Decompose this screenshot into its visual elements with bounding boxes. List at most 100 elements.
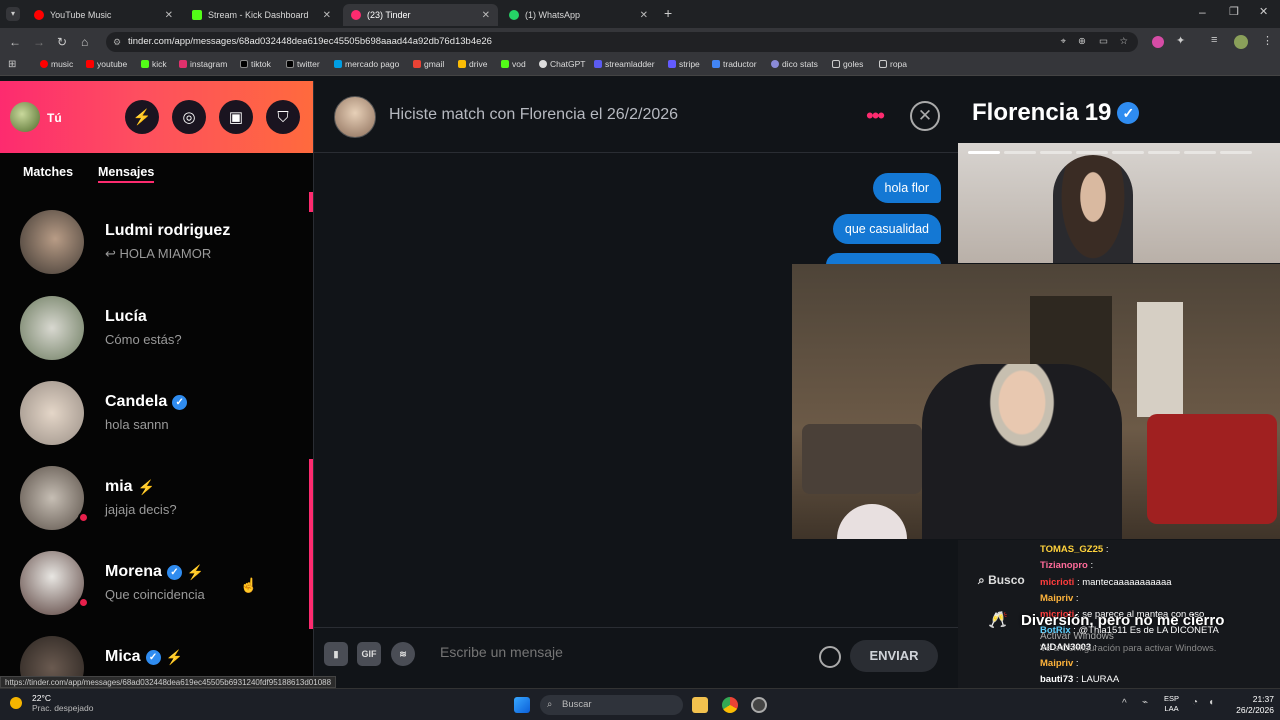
search-icon: ⌕ xyxy=(547,699,553,710)
explore-button[interactable]: ◎ xyxy=(172,100,206,134)
conversation-item[interactable]: Lucía Cómo estás? xyxy=(0,296,300,376)
mercado-pago-icon xyxy=(334,60,342,68)
portfolio-button[interactable]: ▣ xyxy=(219,100,253,134)
tab-matches[interactable]: Matches xyxy=(23,165,73,179)
chat-line: micrioti : mantecaaaaaaaaaaa xyxy=(1040,576,1172,588)
close-tab-icon[interactable]: ✕ xyxy=(323,10,331,21)
chrome-icon[interactable] xyxy=(722,697,738,713)
safety-button[interactable]: ⛉ xyxy=(266,100,300,134)
sidebar-tabs: Matches Mensajes xyxy=(0,153,313,201)
windows-start-icon[interactable] xyxy=(514,697,530,713)
bookmark-stripe[interactable]: stripe xyxy=(668,59,700,69)
reading-list-icon[interactable]: ≡ xyxy=(1211,34,1217,46)
tab-kick-dashboard[interactable]: Stream - Kick Dashboard ✕ xyxy=(184,4,339,26)
close-tab-icon[interactable]: ✕ xyxy=(482,10,490,21)
profile-name: Florencia 19 ✓ xyxy=(972,99,1140,127)
conversation-item[interactable]: mia ⚡ jajaja decis? xyxy=(0,466,300,546)
photo-progress-bar xyxy=(1148,151,1180,154)
tab-messages[interactable]: Mensajes xyxy=(98,165,155,183)
apps-icon[interactable]: ⊞ xyxy=(8,59,16,70)
bookmark-vod[interactable]: vod xyxy=(501,59,526,69)
music-icon xyxy=(40,60,48,68)
emoji-icon[interactable] xyxy=(819,646,841,668)
close-tab-icon[interactable]: ✕ xyxy=(640,10,648,21)
restore-button[interactable]: ❐ xyxy=(1229,5,1239,18)
profile-photo[interactable] xyxy=(958,143,1280,263)
chat-line: Tizianopro : xyxy=(1040,560,1094,572)
close-chat-button[interactable]: ✕ xyxy=(910,101,940,131)
language-indicator[interactable]: ESP LAA xyxy=(1164,694,1179,714)
gmail-icon xyxy=(413,60,421,68)
tab-tinder[interactable]: (23) Tinder ✕ xyxy=(343,4,498,26)
match-info-text: Hiciste match con Florencia el 26/2/2026 xyxy=(389,106,679,123)
forward-icon[interactable]: → xyxy=(33,35,45,49)
conversation-item[interactable]: Mica ✓ ⚡ xyxy=(0,636,300,679)
conversation-item[interactable]: Morena ✓ ⚡ Que coincidencia ☝ xyxy=(0,551,300,631)
zoom-icon[interactable]: ⊕ xyxy=(1078,32,1086,52)
extension-icon[interactable] xyxy=(1152,36,1164,48)
reload-icon[interactable]: ↻ xyxy=(57,35,67,49)
profile-avatar[interactable] xyxy=(1234,35,1248,49)
bookmark-streamladder[interactable]: streamladder xyxy=(594,59,655,69)
wifi-icon[interactable]: ◔ xyxy=(1192,697,1198,708)
bookmark-mercado-pago[interactable]: mercado pago xyxy=(334,59,399,69)
bookmark-instagram[interactable]: instagram xyxy=(179,59,227,69)
youtube-music-icon xyxy=(34,10,44,20)
bookmark-music[interactable]: music xyxy=(40,59,73,69)
location-icon[interactable]: ⌖ xyxy=(1061,32,1066,52)
message-input[interactable] xyxy=(440,644,790,660)
vod-icon xyxy=(501,60,509,68)
weather-widget[interactable]: 22°C Prac. despejado xyxy=(10,693,93,713)
user-name[interactable]: Tú xyxy=(47,111,62,125)
clock[interactable]: 21:37 26/2/2026 xyxy=(1226,694,1274,716)
search-icon: ⌕ xyxy=(978,573,989,587)
install-icon[interactable]: ▭ xyxy=(1099,32,1108,52)
sticker-icon[interactable]: ▮ xyxy=(324,642,348,666)
bookmark-twitter[interactable]: twitter xyxy=(286,59,320,69)
bookmark-traductor[interactable]: traductor xyxy=(712,59,757,69)
site-info-icon[interactable]: ⚙ xyxy=(113,32,121,52)
tab-youtube-music[interactable]: YouTube Music ✕ xyxy=(26,4,181,26)
extensions-puzzle-icon[interactable]: ✦ xyxy=(1176,34,1185,47)
bookmark-ropa[interactable]: ropa xyxy=(879,59,907,69)
home-icon[interactable]: ⌂ xyxy=(81,35,88,49)
avatar xyxy=(20,636,84,679)
gif-button[interactable]: GIF xyxy=(357,642,381,666)
bookmark-tiktok[interactable]: tiktok xyxy=(240,59,271,69)
message-bubble: hola flor xyxy=(872,173,941,203)
bookmark-kick[interactable]: kick xyxy=(141,59,167,69)
close-window-button[interactable]: ✕ xyxy=(1259,5,1268,18)
app-icon[interactable] xyxy=(751,697,767,713)
verified-badge-icon: ✓ xyxy=(172,394,188,410)
boost-button[interactable]: ⚡ xyxy=(125,100,159,134)
bookmark-gmail[interactable]: gmail xyxy=(413,59,444,69)
bookmark-goles[interactable]: goles xyxy=(832,59,863,69)
tab-list-icon[interactable]: ▾ xyxy=(6,7,20,21)
bookmark-dico-stats[interactable]: dico stats xyxy=(771,59,818,69)
back-icon[interactable]: ← xyxy=(9,35,21,49)
more-options-icon[interactable]: ••• xyxy=(866,105,885,127)
file-explorer-icon[interactable] xyxy=(692,697,708,713)
network-icon[interactable]: ⌁ xyxy=(1142,697,1148,708)
tab-whatsapp[interactable]: (1) WhatsApp ✕ xyxy=(501,4,656,26)
close-tab-icon[interactable]: ✕ xyxy=(165,10,173,21)
send-button[interactable]: ENVIAR xyxy=(850,640,938,672)
menu-icon[interactable]: ⋮ xyxy=(1262,34,1273,47)
screen: { "browser": { "tabs": [ {"label": "YouT… xyxy=(0,0,1280,720)
bookmark-star-icon[interactable]: ☆ xyxy=(1119,32,1128,52)
conversation-item[interactable]: Candela ✓ hola sannn xyxy=(0,381,300,461)
bookmark-chatgpt[interactable]: ChatGPT xyxy=(539,59,585,69)
minimize-button[interactable]: – xyxy=(1199,5,1206,19)
user-avatar[interactable] xyxy=(10,102,40,132)
bookmark-youtube[interactable]: youtube xyxy=(86,59,127,69)
tray-chevron-icon[interactable]: ^ xyxy=(1122,698,1127,709)
verified-badge-icon: ✓ xyxy=(166,564,182,580)
taskbar-search[interactable]: ⌕ Buscar xyxy=(540,695,683,715)
volume-icon[interactable]: ◖ xyxy=(1208,697,1214,708)
bookmark-drive[interactable]: drive xyxy=(458,59,487,69)
match-avatar[interactable] xyxy=(334,96,376,138)
conversation-item[interactable]: Ludmi rodriguez ↩ HOLA MIAMOR xyxy=(0,210,300,290)
new-tab-button[interactable]: + xyxy=(664,5,672,21)
url-field[interactable]: ⚙ tinder.com/app/messages/68ad032448dea6… xyxy=(106,32,1138,52)
spotify-icon[interactable]: ≋ xyxy=(391,642,415,666)
